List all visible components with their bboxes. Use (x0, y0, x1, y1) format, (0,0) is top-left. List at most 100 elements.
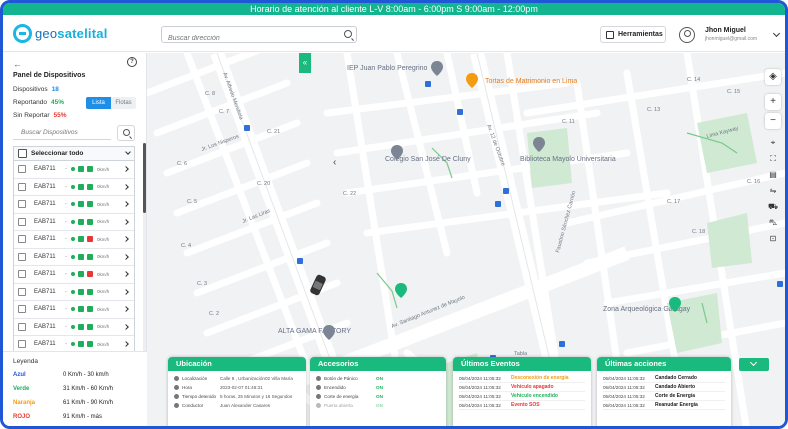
bus-stop-icon[interactable] (297, 258, 303, 264)
chevron-right-icon[interactable] (123, 166, 129, 172)
map-label-c3: C. 3 (197, 281, 207, 287)
layers-button[interactable]: ◈ (765, 69, 781, 85)
panel-title: Panel de Dispositivos (13, 72, 86, 79)
device-row[interactable]: EAB711 - 0km/h (14, 179, 134, 196)
device-row[interactable]: EAB711 - 0km/h (14, 196, 134, 214)
device-checkbox[interactable] (18, 200, 26, 209)
device-search-button[interactable] (117, 125, 135, 141)
device-row[interactable]: EAB711 - 0km/h (14, 284, 134, 301)
event-label: Evento SOS (511, 402, 540, 408)
device-search-input[interactable] (13, 126, 111, 140)
device-checkbox[interactable] (18, 287, 26, 296)
chevron-right-icon[interactable] (123, 183, 129, 190)
truck-icon[interactable]: ⛟ (767, 201, 779, 213)
chevron-right-icon[interactable] (123, 236, 129, 242)
chevron-right-icon[interactable] (123, 253, 129, 260)
device-checkbox[interactable] (18, 270, 26, 279)
status-dot-icon (71, 202, 75, 207)
search-icon (123, 129, 130, 136)
map-label-library: Biblioteca Mayolo Universitaria (520, 156, 616, 163)
device-checkbox[interactable] (18, 322, 26, 331)
device-checkbox[interactable] (18, 235, 26, 244)
zoom-in-button[interactable]: + (765, 94, 781, 110)
select-all-row[interactable]: Seleccionar todo (14, 147, 134, 161)
chevron-down-icon[interactable] (772, 29, 781, 38)
chevron-right-icon[interactable] (123, 201, 129, 207)
event-row[interactable]: 05/04/2024 11:05:32 Evento SOS (459, 401, 585, 410)
top-bar: geosatelital Herramientas Jhon Miguel jh… (3, 15, 785, 52)
action-row[interactable]: 05/04/2024 11:05:32 Reanudar Energía (603, 401, 725, 410)
device-checkbox[interactable] (18, 165, 26, 174)
bus-stop-icon[interactable] (777, 281, 783, 287)
tab-flotas[interactable]: Flotas (111, 97, 136, 109)
device-row[interactable]: EAB711 - 0km/h (14, 266, 134, 284)
event-row[interactable]: 05/04/2024 11:05:32 Vehículo encendido (459, 392, 585, 401)
bus-stop-icon[interactable] (457, 109, 463, 115)
bus-stop-icon[interactable] (425, 81, 431, 87)
fullscreen-icon[interactable]: ⛶ (767, 153, 779, 165)
location-card-body: Localización Calle 8 , Urbanización02 Vil… (168, 371, 306, 413)
event-row[interactable]: 05/04/2024 11:05:32 Desconexión de energí… (459, 374, 585, 383)
select-all-label: Seleccionar todo (31, 150, 84, 157)
route-icon[interactable]: ⇋ (767, 185, 779, 197)
device-checkbox[interactable] (18, 340, 26, 349)
device-row[interactable]: EAB711 - 0km/h (14, 231, 134, 249)
device-row[interactable]: EAB711 - 0km/h (14, 319, 134, 336)
logo[interactable]: geosatelital (13, 24, 108, 43)
help-icon[interactable]: ? (127, 57, 137, 67)
map-label-c2: C. 2 (209, 311, 219, 317)
bus-stop-icon[interactable] (244, 125, 250, 131)
lock-status-icon (87, 341, 93, 348)
select-all-checkbox[interactable] (18, 149, 27, 158)
chevron-right-icon[interactable] (123, 218, 129, 225)
bus-stop-icon[interactable] (495, 201, 501, 207)
history-icon[interactable]: ▤ (767, 169, 779, 181)
bus-stop-icon[interactable] (559, 341, 565, 347)
chevron-right-icon[interactable] (123, 288, 129, 295)
accessory-row: Corte de energía ON (316, 392, 440, 401)
battery-icon (78, 183, 84, 190)
map-label-c21: C. 21 (267, 129, 280, 135)
location-value: 2023-02-07 01:46:31 (220, 385, 263, 390)
event-row[interactable]: 05/04/2024 11:05:32 Vehículo apagado (459, 383, 585, 392)
lock-icon[interactable]: ⊡ (767, 233, 779, 245)
view-toggle: Lista Flotas (86, 97, 136, 109)
chevron-right-icon[interactable] (123, 323, 129, 330)
lock-status-icon (87, 253, 93, 260)
device-dash: - (65, 341, 67, 348)
action-row[interactable]: 05/04/2024 11:05:32 Corte de Energía (603, 392, 725, 401)
chevron-down-icon[interactable] (125, 149, 131, 155)
chevron-right-icon[interactable] (123, 341, 129, 347)
device-row[interactable]: EAB711 - 0km/h (14, 214, 134, 231)
tools-button[interactable]: Herramientas (600, 26, 666, 43)
car-icon[interactable]: ⛍ (767, 217, 779, 229)
address-search-input[interactable] (162, 31, 338, 46)
search-icon[interactable] (344, 30, 352, 38)
status-dot-icon (71, 324, 75, 329)
map-label-c17: C. 17 (667, 199, 680, 205)
device-row[interactable]: EAB711 - 0km/h (14, 301, 134, 319)
back-arrow-icon[interactable]: ← (13, 59, 22, 69)
expand-panel-button[interactable] (739, 358, 769, 371)
device-row[interactable]: EAB711 - 0km/h (14, 249, 134, 266)
device-checkbox[interactable] (18, 252, 26, 261)
map-pan-left-icon[interactable]: ‹ (333, 157, 336, 168)
action-row[interactable]: 05/04/2024 11:05:32 Candado Cerrado (603, 374, 725, 383)
chevron-right-icon[interactable] (123, 271, 129, 277)
user-menu[interactable]: Jhon Miguel jhonmiguel@gmail.com (673, 23, 781, 47)
zoom-out-button[interactable]: − (765, 113, 781, 129)
collapse-sidebar-button[interactable]: « (299, 53, 311, 73)
scrollbar-thumb[interactable] (143, 143, 146, 213)
device-checkbox[interactable] (18, 305, 26, 314)
location-pin-icon[interactable]: ⌖ (767, 137, 779, 149)
device-row[interactable]: EAB711 - 0km/h (14, 161, 134, 179)
tab-lista[interactable]: Lista (86, 97, 111, 109)
device-checkbox[interactable] (18, 182, 26, 191)
chevron-right-icon[interactable] (123, 306, 129, 312)
device-dash: - (65, 166, 67, 173)
map-label-c7: C. 7 (219, 109, 229, 115)
action-row[interactable]: 05/04/2024 11:05:32 Candado Abierto (603, 383, 725, 392)
bus-stop-icon[interactable] (503, 188, 509, 194)
device-checkbox[interactable] (18, 217, 26, 226)
accessory-status: ON (376, 385, 383, 390)
